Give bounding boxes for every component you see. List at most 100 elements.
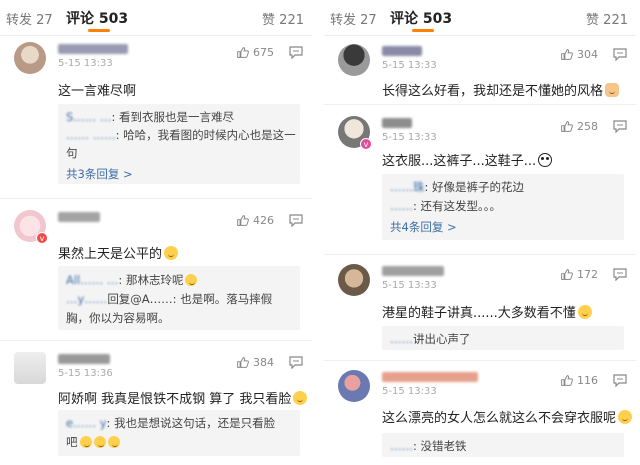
- laughing-emoji-icon: [293, 391, 308, 405]
- laughing-emoji-icon: [93, 436, 106, 448]
- thumbs-up-icon: [561, 49, 573, 60]
- smile-emoji-icon: [185, 274, 198, 286]
- comment-bubble-icon[interactable]: [612, 119, 628, 133]
- view-all-replies-link[interactable]: 共4条回复 >: [390, 219, 457, 235]
- comment-text: 果然上天是公平的: [58, 243, 179, 262]
- tab-likes[interactable]: 赞 221: [262, 9, 304, 28]
- tab-bar: 转发 27 评论 503 赞 221: [324, 0, 636, 36]
- reply-author[interactable]: All…… …: [66, 273, 118, 287]
- like-button[interactable]: 304: [560, 48, 598, 61]
- comment-text: 这一言难尽啊: [58, 84, 137, 99]
- comment-item: 5-15 13:36 384 阿娇啊 我真是恨铁不成钢 算了 我只看脸 e…… …: [0, 352, 312, 465]
- reply-line: ……: 没错老铁: [390, 438, 467, 454]
- comment-text-content: 阿娇啊 我真是恨铁不成钢 算了 我只看脸: [58, 392, 292, 407]
- reply-box[interactable]: ……讲出心声了: [382, 326, 624, 350]
- username[interactable]: [58, 354, 110, 364]
- comment-bubble-icon[interactable]: [288, 355, 304, 369]
- reply-author[interactable]: ……珠: [390, 179, 425, 195]
- reply-box[interactable]: ……珠: 好像是裤子的花边 ……: 还有这发型。。。 共4条回复 >: [382, 174, 624, 240]
- right-comment-panel: 转发 27 评论 503 赞 221 5-15 13:33 304 长得这么好看…: [324, 0, 636, 465]
- divider: [0, 198, 312, 199]
- like-button[interactable]: 675: [236, 46, 274, 59]
- tab-reposts[interactable]: 转发 27: [330, 9, 377, 28]
- tab-likes[interactable]: 赞 221: [586, 9, 628, 28]
- comment-item: v 5-15 13:33 258 这衣服...这裤子...这鞋子... ……珠:…: [324, 116, 636, 256]
- like-button[interactable]: 384: [236, 356, 274, 369]
- avatar[interactable]: [338, 264, 370, 296]
- comment-text-content: 这么漂亮的女人怎么就这么不会穿衣服呢: [382, 411, 617, 426]
- thumbs-up-icon: [561, 375, 573, 386]
- avatar[interactable]: [338, 370, 370, 402]
- reply-author[interactable]: ……: [390, 439, 413, 453]
- comment-bubble-icon[interactable]: [288, 213, 304, 227]
- like-count: 384: [253, 356, 274, 369]
- username[interactable]: [58, 212, 100, 222]
- reply-line: S…… …: 看到衣服也是一言难尽: [66, 109, 234, 125]
- comment-text-content: 长得这么好看，我却还是不懂她的风格: [382, 84, 604, 99]
- timestamp: 5-15 13:33: [382, 132, 437, 143]
- like-button[interactable]: 258: [560, 120, 598, 133]
- comment-bubble-icon[interactable]: [288, 45, 304, 59]
- reply-author[interactable]: …y……: [66, 292, 107, 306]
- username[interactable]: [58, 44, 128, 54]
- avatar[interactable]: [338, 44, 370, 76]
- view-all-replies-link[interactable]: 共3条回复 >: [66, 166, 133, 182]
- reply-text: : 好像是裤子的花边: [424, 180, 525, 194]
- thumbs-up-icon: [237, 215, 249, 226]
- divider: [324, 360, 636, 361]
- reply-line: All…… …: 那林志玲呢: [66, 272, 198, 288]
- reply-line: …… ……: 哈哈，我看图的时候内心也是这一: [66, 127, 296, 143]
- thumbs-up-icon: [561, 121, 573, 132]
- comment-bubble-icon[interactable]: [612, 47, 628, 61]
- avatar[interactable]: [14, 352, 46, 384]
- comment-text: 这么漂亮的女人怎么就这么不会穿衣服呢: [382, 407, 633, 426]
- thumbs-up-icon: [237, 357, 249, 368]
- like-count: 426: [253, 214, 274, 227]
- reply-author[interactable]: ……: [390, 199, 413, 213]
- timestamp: 5-15 13:33: [382, 280, 437, 291]
- username[interactable]: [382, 46, 422, 56]
- reply-text: : 还有这发型。。。: [413, 199, 502, 213]
- username[interactable]: [382, 372, 478, 382]
- panel-gap: [312, 0, 324, 465]
- username[interactable]: [382, 118, 412, 128]
- tab-bar: 转发 27 评论 503 赞 221: [0, 0, 312, 36]
- thumbs-up-icon: [561, 269, 573, 280]
- reply-author[interactable]: S…… …: [66, 110, 111, 124]
- reply-text: 胸，你以为容易啊。: [66, 311, 170, 325]
- comment-text: 长得这么好看，我却还是不懂她的风格: [382, 80, 620, 99]
- like-button[interactable]: 172: [560, 268, 598, 281]
- reply-text: : 那林志玲呢: [118, 273, 184, 287]
- reply-text: : 没错老铁: [413, 439, 467, 453]
- verified-badge-icon: v: [360, 138, 372, 150]
- reply-box[interactable]: All…… …: 那林志玲呢 …y……回复@A……: 也是啊。落马摔假 胸，你以…: [58, 266, 300, 330]
- reply-author[interactable]: e…… y: [66, 416, 107, 430]
- like-button[interactable]: 426: [236, 214, 274, 227]
- comment-item: v 426 果然上天是公平的 All…… …: 那林志玲呢 …y……回复@A………: [0, 210, 312, 340]
- comment-bubble-icon[interactable]: [612, 267, 628, 281]
- username[interactable]: [382, 266, 444, 276]
- tab-reposts[interactable]: 转发 27: [6, 9, 53, 28]
- reply-author[interactable]: ……: [390, 332, 413, 346]
- reply-line: ……珠: 好像是裤子的花边: [390, 179, 524, 195]
- divider: [0, 340, 312, 341]
- tab-comments[interactable]: 评论 503: [66, 8, 128, 28]
- like-count: 116: [577, 374, 598, 387]
- reply-line: 吧: [66, 434, 120, 450]
- reply-line: e…… y: 我也是想说这句话，还是只看脸: [66, 415, 275, 431]
- reply-box[interactable]: ……: 没错老铁: [382, 433, 624, 457]
- reply-text: 回复@A……: 也是啊。落马摔假: [107, 292, 273, 306]
- avatar[interactable]: [14, 42, 46, 74]
- comment-item: 5-15 13:33 304 长得这么好看，我却还是不懂她的风格: [324, 44, 636, 104]
- comment-text: 港星的鞋子讲真......大多数看不懂: [382, 302, 592, 321]
- reply-box[interactable]: e…… y: 我也是想说这句话，还是只看脸 吧: [58, 410, 300, 456]
- reply-text: 讲出心声了: [413, 332, 471, 346]
- reply-text: : 哈哈，我看图的时候内心也是这一: [115, 128, 296, 142]
- reply-box[interactable]: S…… …: 看到衣服也是一言难尽 …… ……: 哈哈，我看图的时候内心也是这一…: [58, 104, 300, 184]
- reply-author[interactable]: …… ……: [66, 128, 116, 142]
- like-button[interactable]: 116: [560, 374, 598, 387]
- tab-comments[interactable]: 评论 503: [390, 8, 452, 28]
- comment-bubble-icon[interactable]: [612, 373, 628, 387]
- reply-text: 句: [66, 146, 78, 160]
- active-tab-indicator: [88, 29, 110, 32]
